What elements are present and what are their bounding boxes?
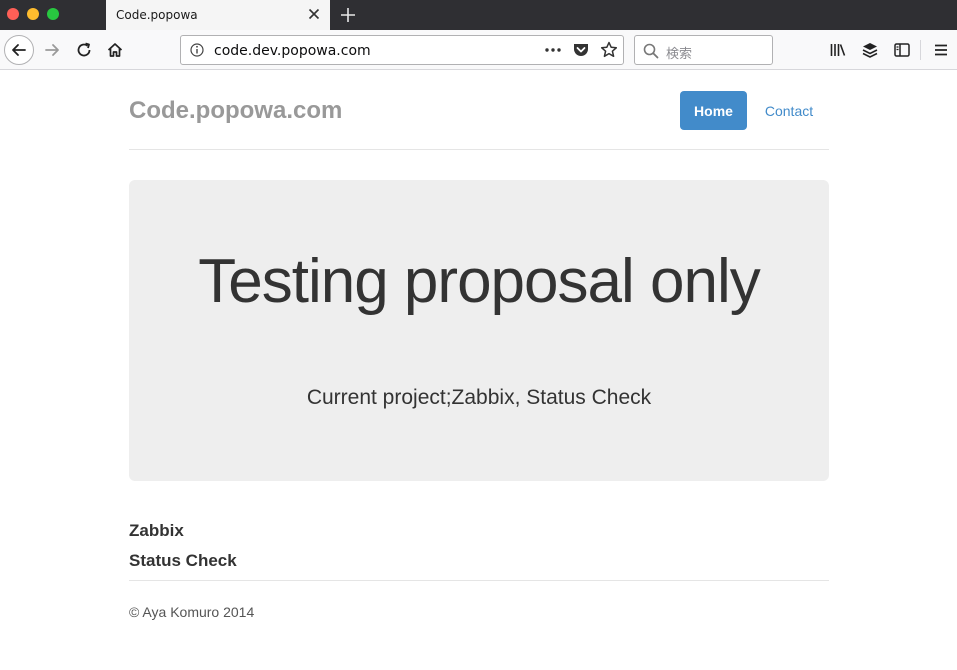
menu-button[interactable] [927,36,955,64]
library-button[interactable] [824,36,852,64]
layers-button[interactable] [856,36,884,64]
footer-copyright: © Aya Komuro 2014 [129,604,255,620]
tab-strip: Code.popowa [0,0,957,30]
project-heading-zabbix: Zabbix [129,521,184,540]
window-close-button[interactable] [7,8,19,20]
home-button[interactable] [101,36,129,64]
window-minimize-button[interactable] [27,8,39,20]
bookmark-star-icon[interactable] [599,40,619,60]
navigation-toolbar: code.dev.popowa.com 検索 [0,30,957,70]
arrow-right-icon [45,44,59,56]
info-icon[interactable] [189,42,205,58]
tab-title: Code.popowa [116,8,198,22]
back-button[interactable] [4,35,34,65]
window-maximize-button[interactable] [47,8,59,20]
url-bar[interactable]: code.dev.popowa.com [180,35,624,65]
close-icon[interactable] [306,6,322,22]
arrow-left-icon [12,44,26,56]
search-icon [642,42,660,60]
sidebar-button[interactable] [888,36,916,64]
browser-tab[interactable]: Code.popowa [106,0,330,30]
jumbotron-title: Testing proposal only [198,247,760,316]
project-heading-status-check: Status Check [129,551,237,570]
reload-icon [77,42,91,57]
forward-button[interactable] [38,36,66,64]
url-text[interactable]: code.dev.popowa.com [214,43,371,59]
home-icon [107,43,123,57]
pocket-icon[interactable] [571,40,591,60]
reload-button[interactable] [70,36,98,64]
nav-contact-link[interactable]: Contact [752,91,826,130]
jumbotron: Testing proposal only Current project;Za… [129,180,829,481]
library-icon [830,44,846,56]
layers-icon [862,43,878,58]
web-page: Code.popowa.com Home Contact Testing pro… [0,71,957,670]
search-placeholder: 検索 [666,47,693,62]
search-bar[interactable]: 検索 [634,35,773,65]
hamburger-menu-icon [935,44,947,56]
footer-divider [129,580,829,581]
header-divider [129,149,829,150]
sidebar-icon [894,43,910,57]
nav-home-link[interactable]: Home [680,91,747,130]
more-icon[interactable] [543,40,563,60]
new-tab-icon[interactable] [338,5,358,25]
jumbotron-lead: Current project;Zabbix, Status Check [306,386,652,409]
toolbar-divider [920,40,921,60]
site-brand: Code.popowa.com [129,97,343,124]
